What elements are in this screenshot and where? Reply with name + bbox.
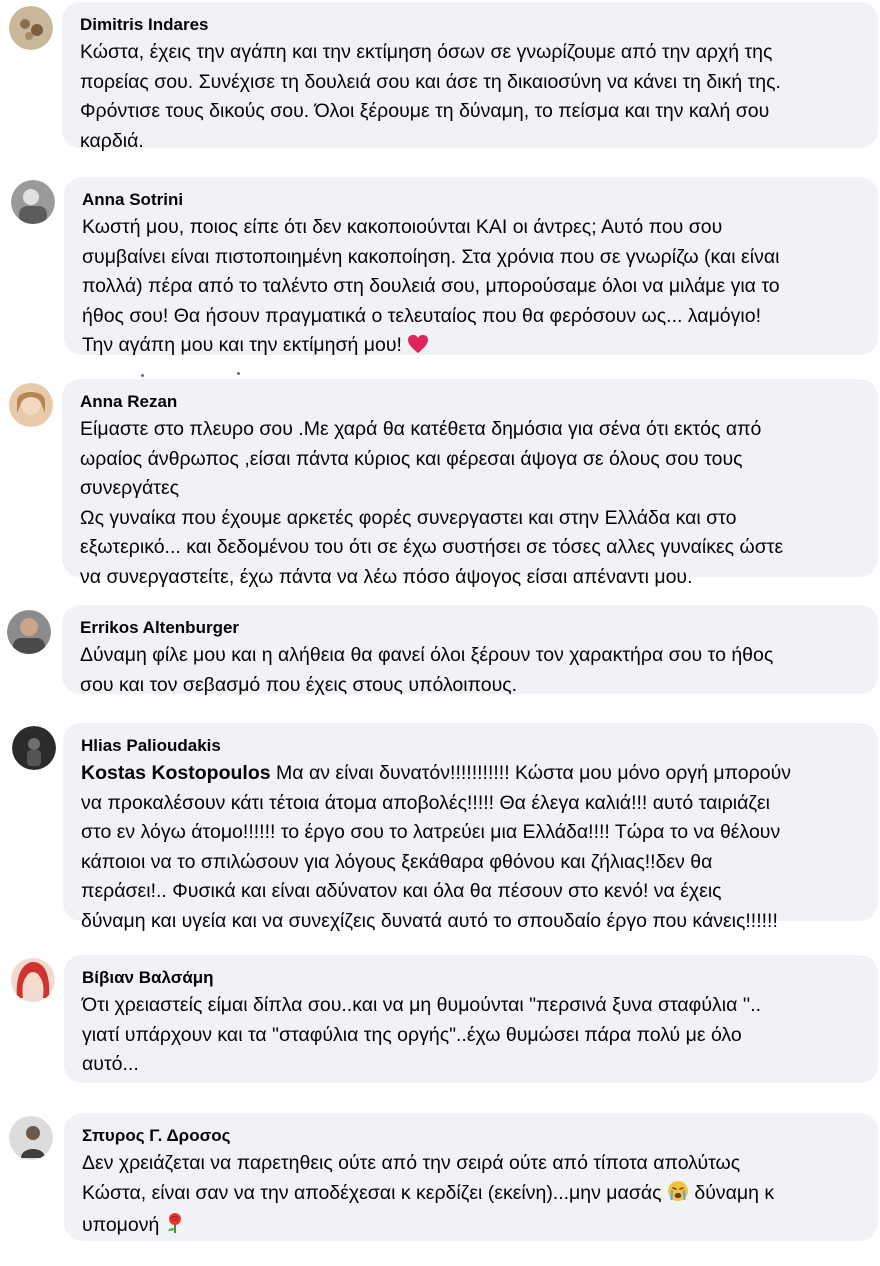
comment-text: Δύναμη φίλε μου και η αλήθεια θα φανεί ό… [80, 644, 774, 696]
comment-author[interactable]: Hlias Palioudakis [81, 735, 860, 757]
avatar[interactable] [9, 6, 53, 50]
avatar[interactable] [9, 1116, 53, 1160]
comment-bubble: Βίβιαν Βαλσάμη Ότι χρειαστείς είμαι δίπλ… [64, 955, 878, 1083]
heart-emoji-icon [407, 334, 429, 364]
comment-author[interactable]: Anna Rezan [80, 391, 860, 413]
avatar-image-icon [9, 6, 53, 50]
avatar[interactable] [11, 958, 55, 1002]
comment-author[interactable]: Dimitris Indares [80, 14, 860, 36]
avatar-image-icon [7, 610, 51, 654]
comment-text: Kostas Kostopoulos Μα αν είναι δυνατόν!!… [81, 762, 791, 932]
divider-dot [237, 372, 240, 375]
avatar[interactable] [7, 610, 51, 654]
comment-text: Ότι χρειαστείς είμαι δίπλα σου..και να μ… [82, 994, 762, 1075]
avatar-image-icon [11, 958, 55, 1002]
crying-face-emoji-icon [667, 1180, 689, 1212]
avatar[interactable] [11, 180, 55, 224]
comment-bubble: Dimitris Indares Κώστα, έχεις την αγάπη … [62, 2, 878, 152]
mention-link[interactable]: Kostas Kostopoulos [81, 762, 271, 784]
comment-text: Κωστή μου, ποιος είπε ότι δεν κακοποιούν… [82, 213, 860, 364]
comment-author[interactable]: Anna Sotrini [82, 189, 860, 211]
avatar-image-icon [9, 383, 53, 427]
avatar[interactable] [9, 383, 53, 427]
comment-bubble: Σπυρος Γ. Δροσος Δεν χρειάζεται να παρετ… [64, 1113, 878, 1241]
comment-bubble: Errikos Altenburger Δύναμη φίλε μου και … [62, 605, 878, 696]
avatar-image-icon [9, 1116, 53, 1160]
comment-bubble: Hlias Palioudakis Kostas Kostopoulos Μα … [63, 723, 878, 932]
divider-dot [141, 374, 144, 377]
avatar[interactable] [12, 726, 56, 770]
comment-text: Κώστα, έχεις την αγάπη και την εκτίμηση … [80, 41, 781, 152]
avatar-image-icon [12, 726, 56, 770]
comment-bubble: Anna Rezan Είμαστε στο πλευρο σου .Με χα… [62, 379, 878, 588]
comment-text: Δεν χρειάζεται να παρετηθεις ούτε από τη… [82, 1149, 860, 1244]
avatar-image-icon [11, 180, 55, 224]
comment-author[interactable]: Βίβιαν Βαλσάμη [82, 967, 860, 989]
comment-bubble: Anna Sotrini Κωστή μου, ποιος είπε ότι δ… [64, 177, 878, 356]
rose-emoji-icon [165, 1212, 185, 1244]
comment-text: Είμαστε στο πλευρο σου .Με χαρά θα κατέθ… [80, 418, 784, 588]
comment-author[interactable]: Errikos Altenburger [80, 617, 860, 639]
comment-author[interactable]: Σπυρος Γ. Δροσος [82, 1125, 860, 1147]
